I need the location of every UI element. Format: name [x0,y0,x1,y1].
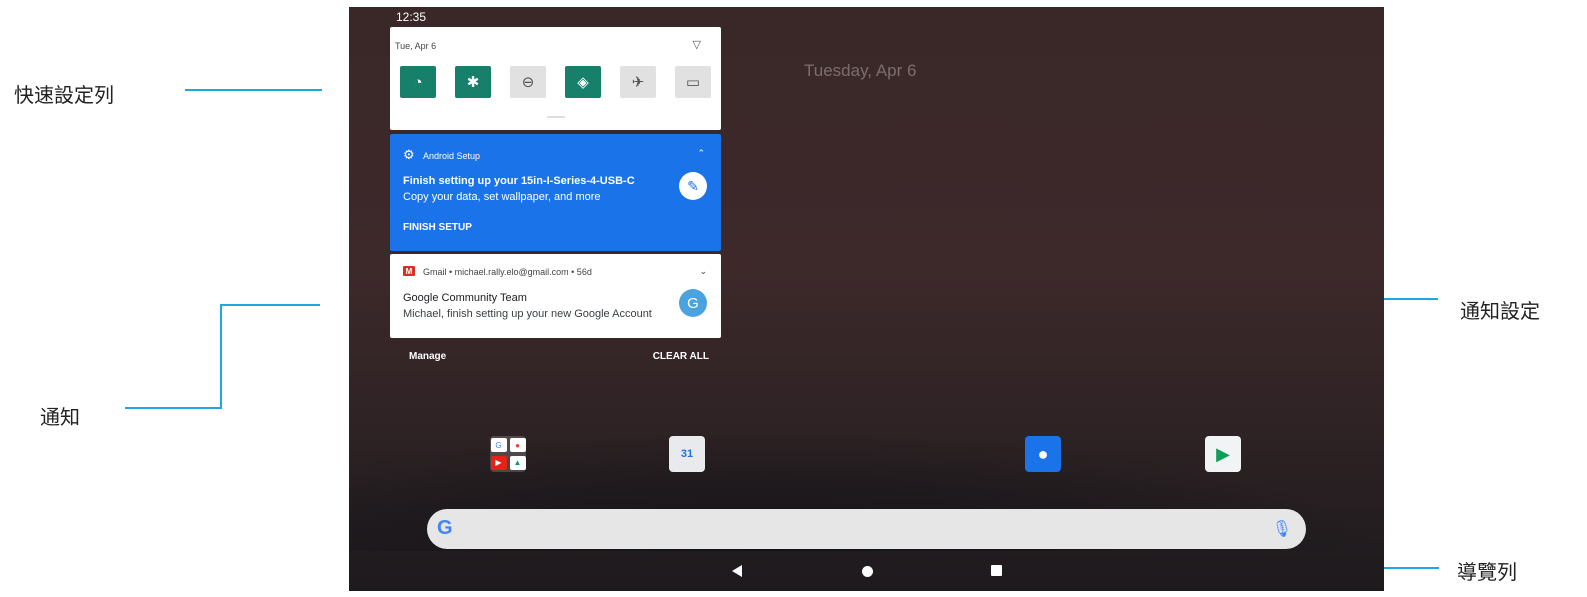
play-store-icon: ▶ [1216,443,1230,464]
cast-icon: ▭ [685,74,701,91]
contacts-app-icon[interactable]: ● [1025,436,1061,472]
microphone-icon[interactable]: 🎙 [1272,519,1292,539]
callout-notifications: 通知 [40,405,80,429]
callout-line-quick-settings [185,89,322,91]
person-icon: ● [1037,443,1049,464]
google-icon: G [490,438,507,453]
drive-icon: ▲ [509,455,526,470]
callout-line-notifications-h1 [125,407,222,409]
auto-rotate-tile[interactable]: ◈ [565,66,601,98]
youtube-icon: ▶ [490,455,507,470]
google-search-bar[interactable]: G 🎙 [427,509,1306,549]
bluetooth-tile[interactable]: ✱ [455,66,491,98]
callout-quick-settings: 快速設定列 [14,83,114,107]
notification-gmail[interactable]: M Gmail • michael.rally.elo@gmail.com • … [390,254,721,338]
status-bar-time: 12:35 [396,10,427,24]
notification-app-name: Android Setup [423,151,481,161]
bluetooth-icon: ✱ [466,74,480,91]
gmail-icon: M [403,266,415,276]
chevron-up-icon[interactable]: ⌃ [697,148,705,159]
chrome-icon: ● [509,438,526,453]
notification-body: Copy your data, set wallpaper, and more [403,191,601,203]
airplane-icon: ✈ [631,74,645,91]
notification-android-setup[interactable]: ⚙ Android Setup ⌃ Finish setting up your… [390,134,721,251]
callout-line-notifications-h2 [220,304,320,306]
calendar-icon: 31 [680,448,694,460]
clear-all-button[interactable]: CLEAR ALL [653,351,709,362]
quick-settings-tiles: ◔ ✱ ⊖ ◈ ✈ ▭ [400,66,711,98]
nav-back-button[interactable] [732,565,742,577]
notification-body: Michael, finish setting up your new Goog… [403,308,652,320]
notification-shade-footer: Manage CLEAR ALL [390,345,721,365]
nav-recents-button[interactable] [991,565,1002,576]
gear-icon: ⚙ [403,147,415,162]
manage-button[interactable]: Manage [409,351,446,362]
magic-wand-icon: ✎ [679,172,707,200]
quick-settings-panel: Tue, Apr 6 ▽ ◔ ✱ ⊖ ◈ ✈ ▭ [390,27,721,130]
nav-home-button[interactable] [862,566,873,577]
notification-title: Finish setting up your 15in-I-Series-4-U… [403,175,635,187]
quick-settings-date: Tue, Apr 6 [395,41,437,51]
wifi-icon: ◔ [413,73,423,91]
callout-notification-settings: 通知設定 [1460,299,1540,323]
callout-navigation-bar: 導覽列 [1457,560,1517,584]
do-not-disturb-icon: ⊖ [521,74,535,91]
quick-settings-drag-handle[interactable] [547,116,565,118]
google-logo-icon: G [437,517,453,539]
avatar: G [679,289,707,317]
play-store-app-icon[interactable]: ▶ [1205,436,1241,472]
airplane-mode-tile[interactable]: ✈ [620,66,656,98]
callout-line-notifications-v [220,304,222,408]
wifi-signal-icon: ▽ [692,39,701,51]
calendar-app-icon[interactable]: 31 [669,436,705,472]
finish-setup-button[interactable]: FINISH SETUP [403,222,472,233]
tablet-screen: 12:35 Tuesday, Apr 6 Tue, Apr 6 ▽ ◔ ✱ ⊖ … [349,7,1384,591]
chevron-down-icon[interactable]: ⌄ [699,266,707,277]
home-date-widget[interactable]: Tuesday, Apr 6 [804,61,916,81]
notification-header: Gmail • michael.rally.elo@gmail.com • 56… [423,267,592,277]
google-apps-folder[interactable]: G ● ▶ ▲ [490,436,526,472]
wifi-tile[interactable]: ◔ [400,66,436,98]
do-not-disturb-tile[interactable]: ⊖ [510,66,546,98]
notification-title: Google Community Team [403,292,527,304]
auto-rotate-icon: ◈ [577,74,589,91]
cast-tile[interactable]: ▭ [675,66,711,98]
